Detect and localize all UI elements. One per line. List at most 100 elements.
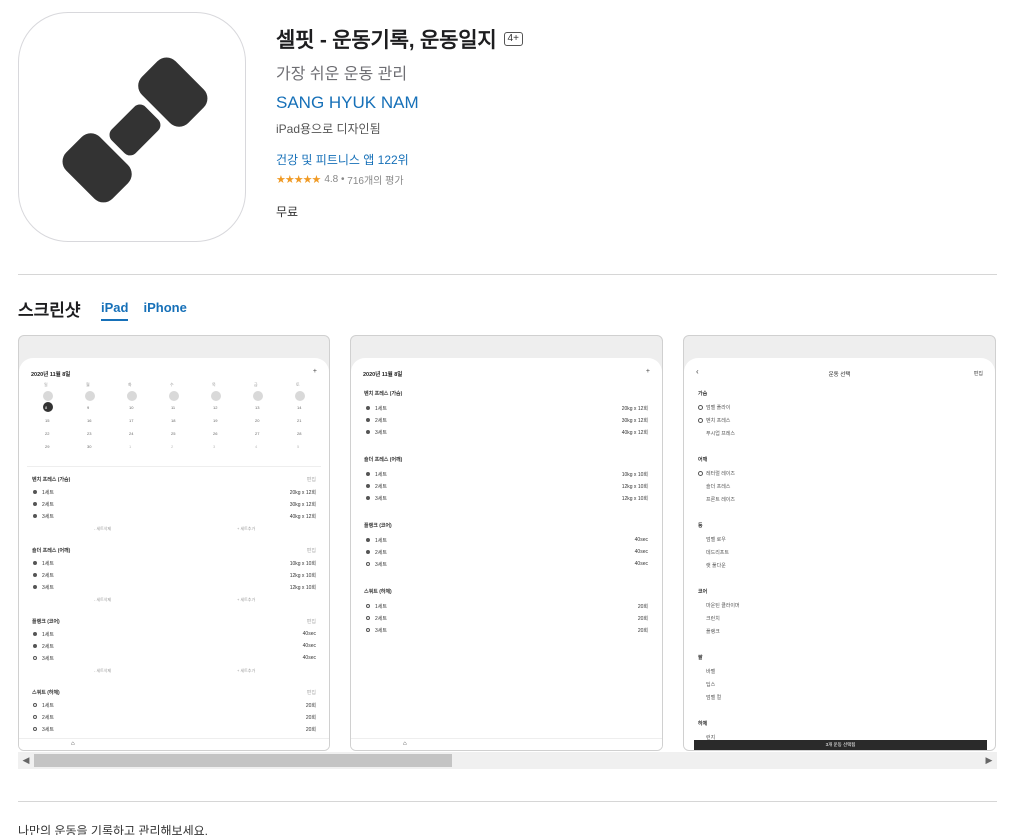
set-checked-icon [366,406,370,410]
category-ranking-link[interactable]: 건강 및 피트니스 앱 122위 [276,151,976,168]
set-label: 1세트 [375,538,387,544]
calendar-day: 5 [297,444,300,449]
set-label: 2세트 [42,573,54,579]
set-value: 20회 [305,703,316,709]
exercise-name: 숄더 프레스 (어깨) [32,548,71,554]
weekday-label: 토 [296,382,300,387]
screenshot-1[interactable]: 2020년 11월 8일 + 일월화수목금토123456789101112131… [18,335,330,751]
set-label: 2세트 [375,616,387,622]
calendar-day: 15 [45,418,50,423]
set-checked-icon [366,418,370,422]
app-description: 나만의 운동을 기록하고 관리해보세요. [18,824,208,835]
set-checked-icon [33,632,37,636]
calendar-day: 26 [213,431,218,436]
exercise-name: 숄더 프레스 (어깨) [364,457,403,463]
add-icon: + [312,368,317,375]
set-label: 1세트 [375,604,387,610]
weekday-label: 일 [44,382,48,387]
set-value: 10kg x 10회 [621,472,648,478]
exercise-item: 레터럴 레이즈 [706,471,735,477]
category-name: 가슴 [698,391,708,397]
set-value: 20회 [305,727,316,733]
set-label: 3세트 [375,628,387,634]
set-label: 3세트 [42,585,54,591]
edit-label: 편집 [306,477,316,483]
calendar-day: 2 [87,392,89,397]
calendar-day: 4 [171,392,173,397]
select-exercises-button[interactable]: 3개 운동 선택됨 [694,740,987,750]
calendar-day: 17 [129,418,134,423]
weekday-label: 수 [170,382,174,387]
set-value: 20회 [637,616,648,622]
set-value: 40sec [634,549,648,555]
exercise-item: 숄더 프레스 [706,484,731,490]
set-label: 1세트 [42,490,54,496]
device-tabs: iPad iPhone [101,300,187,321]
set-label: 1세트 [375,472,387,478]
calendar-day: 12 [213,405,218,410]
exercise-name: 스쿼트 (하체) [32,690,60,696]
calendar-day: 3 [129,392,131,397]
remove-set-label: - 세트삭제 [94,668,112,673]
description-divider [18,801,997,802]
set-value: 40kg x 12회 [621,430,648,436]
exercise-name: 플랭크 (코어) [364,523,392,529]
screenshot-2-screen: 2020년 11월 8일 + 벤치 프레스 (가슴) 1세트 20kg x 12회 2… [351,358,662,750]
set-value: 20kg x 12회 [289,490,316,496]
calendar-day: 2 [171,444,174,449]
scroll-thumb[interactable] [34,754,452,767]
calendar-divider [27,466,321,467]
exercise-select-title: 운동 선택 [828,372,851,378]
screenshot-3[interactable]: ‹ 운동 선택 편집 가슴 덤벨 플라이 벤치 프레스 푸시업 프레스 어깨 레터럴 레이… [683,335,996,751]
category-name: 코어 [698,589,708,595]
set-label: 2세트 [42,644,54,650]
set-checked-icon [33,585,37,589]
calendar-day: 7 [297,392,299,397]
set-unchecked-icon [33,703,37,707]
exercise-name: 벤치 프레스 (가슴) [364,391,403,397]
set-label: 3세트 [375,430,387,436]
weekday-label: 월 [86,382,90,387]
set-checked-icon [366,484,370,488]
set-checked-icon [33,514,37,518]
calendar-day: 23 [87,431,92,436]
exercise-item: 바벨 [706,669,716,675]
screenshots-heading: 스크린샷 [18,301,81,320]
set-unchecked-icon [33,727,37,731]
exercise-item: 벤치 프레스 [706,418,731,424]
exercise-name: 벤치 프레스 (가슴) [32,477,71,483]
calendar-day: 19 [213,418,218,423]
calendar-day: 6 [255,392,257,397]
scroll-right-icon[interactable]: ▶ [983,754,995,767]
app-header: 셀핏 - 운동기록, 운동일지 4+ 가장 쉬운 운동 관리 SANG HYUK… [276,26,976,220]
set-unchecked-icon [366,604,370,608]
calendar-day: 11 [171,405,176,410]
developer-link[interactable]: SANG HYUK NAM [276,93,419,113]
category-name: 팔 [698,655,703,661]
add-set-label: + 세트추가 [237,597,256,602]
set-value: 12kg x 10회 [621,484,648,490]
set-label: 3세트 [42,514,54,520]
tab-iphone[interactable]: iPhone [143,300,186,321]
set-value: 20회 [637,628,648,634]
exercise-item: 덤벨 플라이 [706,405,731,411]
tab-ipad[interactable]: iPad [101,300,129,321]
set-label: 3세트 [42,656,54,662]
set-value: 30kg x 12회 [289,502,316,508]
star-rating-icon: ★★★★★ [276,174,321,186]
category-name: 하체 [698,721,708,727]
calendar-day: 21 [297,418,302,423]
set-checked-icon [33,502,37,506]
scroll-left-icon[interactable]: ◀ [20,754,32,767]
exercise-item: 랫 풀다운 [706,563,726,569]
set-unchecked-icon [33,656,37,660]
screenshot-scrollbar[interactable]: ◀ ▶ [18,752,997,769]
calendar-day: 8 [45,405,48,410]
set-label: 2세트 [375,484,387,490]
set-unchecked-icon [366,628,370,632]
app-title: 셀핏 - 운동기록, 운동일지 [276,29,497,52]
set-unchecked-icon [366,616,370,620]
calendar-day: 27 [255,431,260,436]
set-value: 40sec [302,631,316,637]
screenshot-2[interactable]: 2020년 11월 8일 + 벤치 프레스 (가슴) 1세트 20kg x 12회 2… [350,335,663,751]
